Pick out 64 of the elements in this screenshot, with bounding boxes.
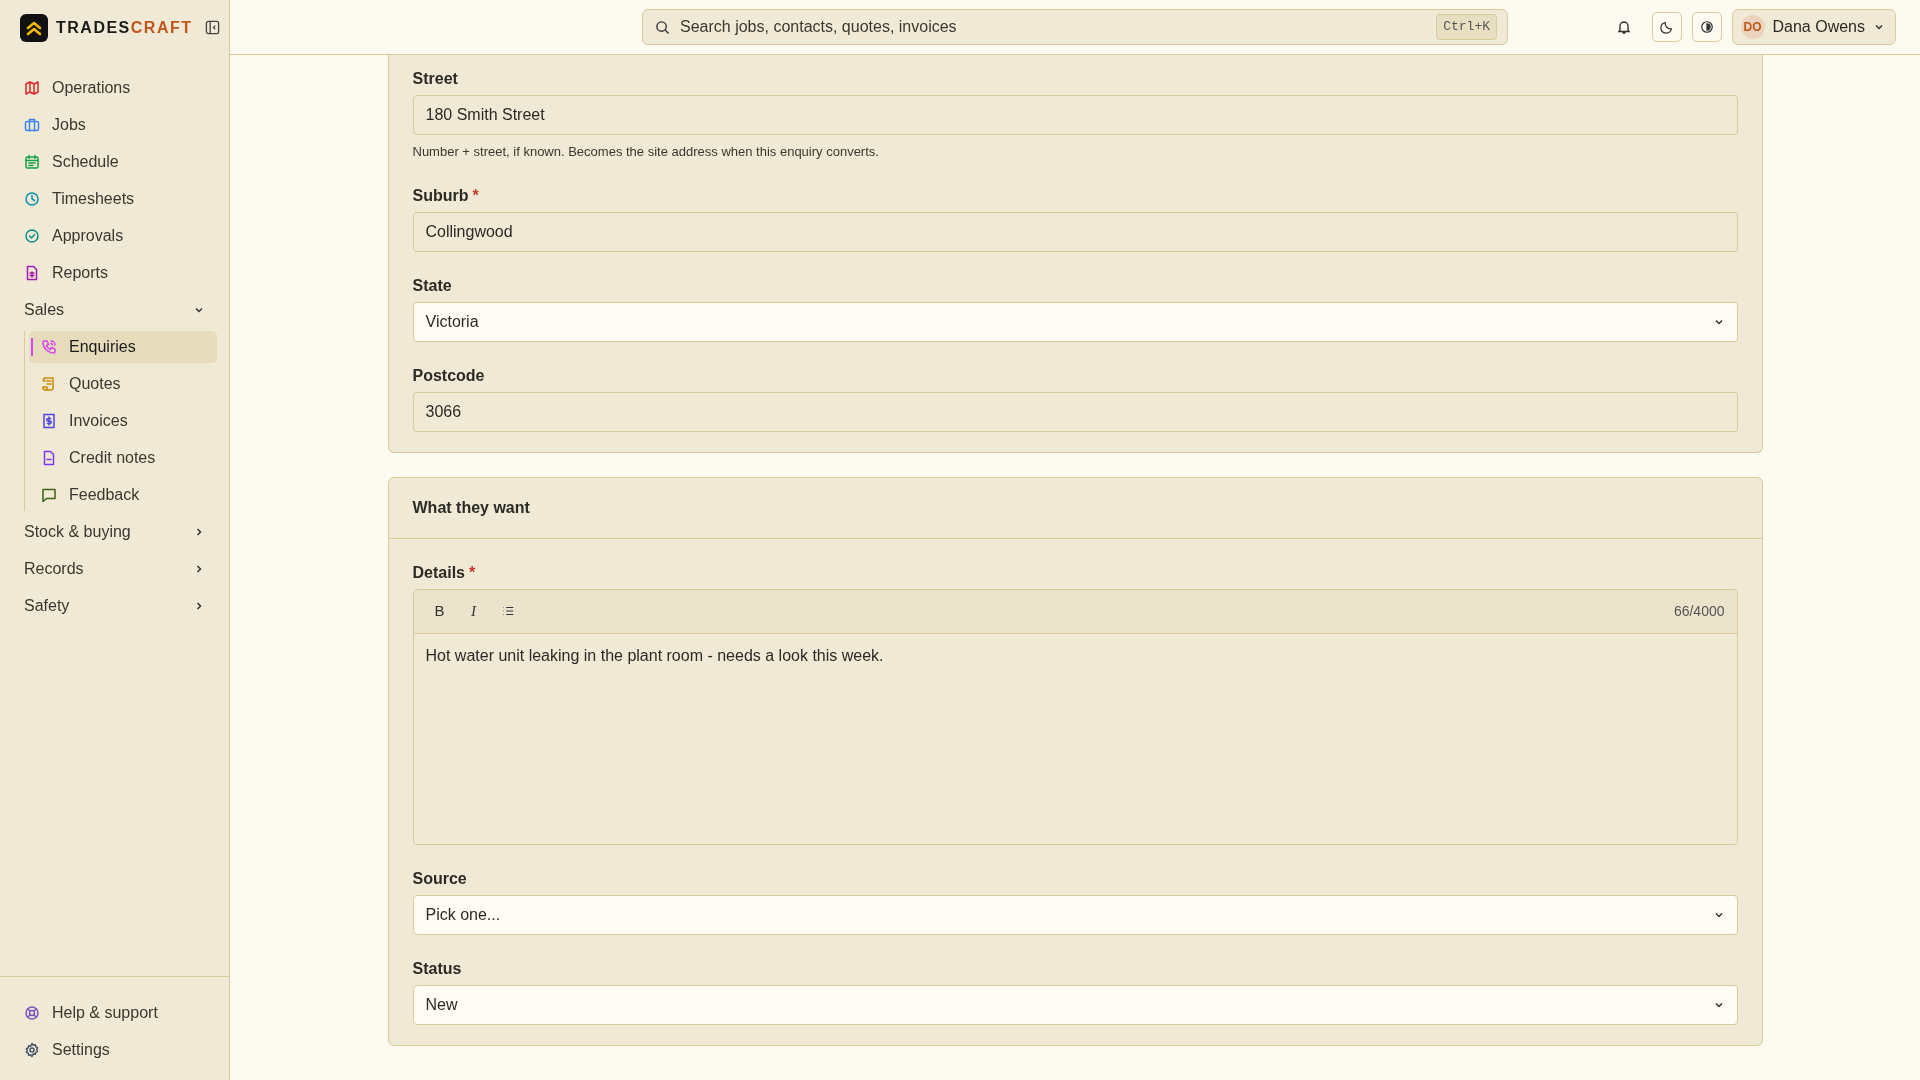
map-icon [24,80,40,96]
nav-item[interactable]: Feedback [29,479,217,511]
settings-icon [24,1042,40,1058]
nav-item[interactable]: Enquiries [29,331,217,363]
briefcase-icon [24,117,40,133]
phone-icon [41,339,57,355]
document-icon [24,265,40,281]
nav-group[interactable]: Records [12,553,217,585]
field-label: Suburb * [412,185,480,204]
contrast-button[interactable] [1691,12,1722,42]
nav-group[interactable]: Stock & buying [12,516,217,548]
field-label: Source [412,868,468,887]
nav-item[interactable]: Help & support [12,997,217,1029]
field-label: Street [412,69,459,87]
search-field[interactable]: Search jobs, contacts, quotes, invoices Ctrl+K [642,9,1508,45]
bell-icon[interactable] [1615,19,1632,35]
dark-mode-button[interactable] [1651,12,1682,42]
user-avatar: DO [1740,15,1765,39]
select-field[interactable]: Pick one... [412,894,1738,935]
message-icon [41,487,57,503]
nav-item[interactable]: Schedule [12,146,217,178]
lifebuoy-icon [24,1005,40,1021]
moon-icon [1659,20,1674,34]
list-icon [500,604,515,618]
select-field[interactable]: Victoria [412,301,1738,342]
character-counter: 66/4000 [1673,601,1725,621]
rich-text-editor[interactable]: B I 66/4000 Hot water unit leaking in the plant room - needs a look this week. [412,588,1738,845]
bold-button[interactable]: B [425,597,454,625]
user-menu-button[interactable]: DO Dana Owens [1731,9,1896,45]
nav-item[interactable]: Settings [12,1034,217,1066]
nav-item[interactable]: Quotes [29,368,217,400]
italic-button[interactable]: I [459,597,488,625]
input-field[interactable]: 180 Smith Street [412,95,1738,135]
nav-item[interactable]: Operations [12,72,217,104]
nav-group[interactable]: Sales [12,294,217,326]
input-field[interactable]: 3066 [412,391,1738,432]
field-label: Details * [412,562,477,581]
scroll-icon [41,376,57,392]
nav-item[interactable]: Timesheets [12,183,217,215]
select-field[interactable]: New [412,984,1738,1025]
shortcut-key: Ctrl+K [1436,14,1497,40]
clock-icon [24,191,40,207]
logo-icon [20,13,48,42]
field-label: Status [412,958,463,977]
calendar-icon [24,154,40,170]
help-text: Number + street, if known. Becomes the site address when this enquiry converts. [412,143,880,161]
file-minus-icon [41,450,57,466]
contrast-icon [1699,20,1714,34]
nav-item[interactable]: Reports [12,257,217,289]
nav-item[interactable]: Invoices [29,405,217,437]
sidebar-collapse-icon[interactable] [204,20,220,35]
check-circle-icon [24,228,40,244]
nav-item[interactable]: Credit notes [29,442,217,474]
field-label: State [412,275,453,294]
nav-item[interactable]: Approvals [12,220,217,252]
nav-group[interactable]: Safety [12,590,217,622]
receipt-icon [41,413,57,429]
search-icon [655,19,670,35]
brand-name: TRADESCRAFT [56,17,193,38]
nav-item[interactable]: Jobs [12,109,217,141]
input-field[interactable]: Collingwood [412,211,1738,252]
section-title: What they want [412,497,530,518]
search-input: Search jobs, contacts, quotes, invoices [680,15,1427,39]
field-label: Postcode [412,365,486,384]
